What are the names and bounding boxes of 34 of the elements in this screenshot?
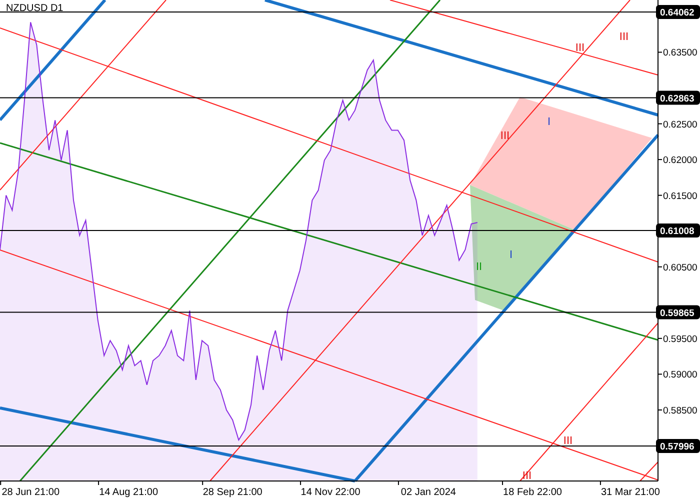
ref-line-label: 0.61008	[660, 226, 694, 238]
wave-label: III	[619, 31, 629, 43]
axis-label: 0.61500	[663, 190, 698, 202]
ref-line-label: 0.57996	[660, 442, 694, 453]
axis-label: 28 Jun 21:00	[2, 487, 60, 498]
price-badge: 0.61008	[656, 224, 700, 238]
ref-line-label: 0.64062	[660, 8, 694, 19]
price-badge: 0.59865	[656, 305, 700, 320]
price-badge: 0.57996	[656, 439, 700, 454]
axis-label: 14 Nov 22:00	[300, 487, 360, 498]
wave-label: I	[547, 116, 551, 128]
axis-label: 14 Aug 21:00	[99, 487, 158, 498]
price-badge: 0.64062	[656, 5, 700, 20]
wave-label: II	[476, 261, 482, 273]
axis-label: 28 Sep 21:00	[202, 487, 262, 498]
axis-label: 0.62500	[663, 119, 698, 130]
wave-label: III	[500, 130, 510, 142]
axis-label: 0.62000	[663, 155, 698, 166]
ref-line-label: 0.59865	[660, 308, 696, 319]
axis-label: 0.59500	[663, 334, 698, 345]
axis-label: 0.59000	[663, 370, 698, 381]
wave-label: I	[509, 249, 513, 261]
wave-label: III	[522, 470, 532, 482]
wave-label: III	[563, 435, 573, 447]
price-badge: 0.62863	[656, 90, 700, 105]
axis-label: 02 Jan 2024	[400, 487, 456, 498]
wave-label: III	[575, 42, 585, 54]
ref-line-label: 0.62863	[660, 93, 694, 104]
axis-label: 0.58500	[663, 405, 698, 416]
axis-label: 18 Feb 22:00	[503, 487, 562, 498]
axis-label: 0.60500	[663, 262, 698, 274]
chart-title: NZDUSD D1	[6, 3, 64, 14]
axis-label: 0.63500	[663, 48, 698, 59]
axis-label: 31 Mar 21:00	[600, 487, 660, 498]
